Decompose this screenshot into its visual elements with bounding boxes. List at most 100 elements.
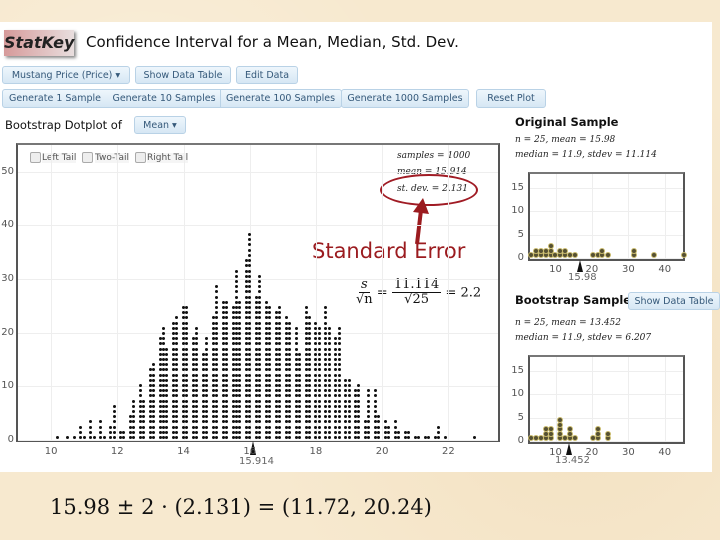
- data-point: [205, 347, 209, 351]
- generate-10-samples-button[interactable]: Generate 10 Samples: [108, 90, 220, 107]
- data-point: [297, 373, 301, 377]
- sample-point: [571, 252, 578, 258]
- data-point: [92, 436, 96, 439]
- data-point: [248, 269, 252, 273]
- gridline: [555, 174, 557, 258]
- reset-plot-button[interactable]: Reset Plot: [476, 89, 546, 108]
- show-data-table-button[interactable]: Show Data Table: [135, 66, 231, 84]
- y-tick-label: 0: [7, 434, 14, 445]
- data-point: [162, 326, 166, 330]
- y-tick-label: 0: [517, 252, 524, 263]
- data-point: [258, 373, 262, 377]
- data-point: [215, 399, 219, 403]
- data-point: [294, 331, 298, 335]
- data-point: [307, 363, 311, 367]
- data-point: [327, 347, 331, 351]
- data-point: [195, 399, 199, 403]
- generate-100-samples-button[interactable]: Generate 100 Samples: [221, 90, 340, 107]
- data-point: [258, 326, 262, 330]
- data-point: [258, 321, 262, 325]
- gridline: [18, 440, 498, 441]
- data-point: [337, 352, 341, 356]
- sample-point: [571, 435, 578, 441]
- gridline: [382, 145, 384, 440]
- left-tail-label: Left Tail: [42, 153, 77, 163]
- bootstrap-show-data-table-button[interactable]: Show Data Table: [628, 292, 720, 310]
- data-point: [327, 425, 331, 429]
- data-point: [195, 347, 199, 351]
- data-point: [297, 357, 301, 361]
- data-point: [215, 347, 219, 351]
- gridline: [448, 145, 450, 440]
- edit-data-button[interactable]: Edit Data: [236, 66, 298, 84]
- data-point: [337, 409, 341, 413]
- x-tick-label: 10: [549, 264, 562, 275]
- mean-marker-label: 15.914: [239, 456, 274, 467]
- data-point: [268, 404, 272, 408]
- x-tick-label: 22: [441, 446, 455, 457]
- data-point: [248, 352, 252, 356]
- data-point: [317, 425, 321, 429]
- data-point: [397, 430, 401, 434]
- data-point: [248, 321, 252, 325]
- right-tail-checkbox[interactable]: [135, 152, 146, 163]
- data-point: [215, 378, 219, 382]
- data-point: [215, 373, 219, 377]
- data-point: [268, 305, 272, 309]
- data-point: [317, 404, 321, 408]
- data-point: [248, 373, 252, 377]
- two-tail-checkbox[interactable]: [82, 152, 93, 163]
- data-point: [297, 352, 301, 356]
- data-point: [347, 425, 351, 429]
- x-tick-label: 10: [44, 446, 58, 457]
- gridline: [530, 394, 683, 396]
- data-point: [258, 295, 262, 299]
- data-point: [287, 326, 291, 330]
- data-point: [307, 409, 311, 413]
- data-point: [287, 425, 291, 429]
- data-point: [152, 373, 156, 377]
- data-point: [337, 363, 341, 367]
- data-point: [278, 352, 282, 356]
- gridline: [530, 234, 683, 236]
- data-point: [327, 430, 331, 434]
- generate-1-sample-button[interactable]: Generate 1 Sample: [2, 90, 108, 107]
- gridline: [530, 441, 683, 442]
- data-point: [393, 425, 397, 429]
- data-point: [278, 326, 282, 330]
- data-point: [317, 409, 321, 413]
- data-point: [205, 373, 209, 377]
- data-point: [258, 352, 262, 356]
- statkey-logo[interactable]: StatKey: [4, 30, 74, 56]
- original-sample-title: Original Sample: [515, 115, 619, 129]
- data-point: [215, 425, 219, 429]
- gridline: [628, 174, 630, 258]
- y-tick-label: 10: [511, 388, 524, 400]
- statistic-dropdown[interactable]: Mean ▾: [134, 116, 186, 134]
- se-denominator-value: √25: [404, 292, 429, 308]
- data-point: [234, 295, 238, 299]
- gridline: [18, 225, 498, 227]
- generate-1000-samples-button[interactable]: Generate 1000 Samples: [341, 89, 469, 108]
- data-point: [234, 269, 238, 273]
- data-point: [307, 404, 311, 408]
- data-point: [258, 399, 262, 403]
- data-point: [426, 436, 430, 439]
- data-point: [374, 399, 378, 403]
- dataset-dropdown[interactable]: Mustang Price (Price) ▾: [2, 66, 130, 84]
- data-point: [248, 274, 252, 278]
- data-point: [152, 399, 156, 403]
- gridline: [530, 371, 683, 372]
- data-point: [297, 378, 301, 382]
- data-point: [297, 425, 301, 429]
- x-tick-label: 30: [621, 264, 635, 275]
- data-point: [317, 352, 321, 356]
- data-point: [278, 430, 282, 434]
- data-point: [334, 425, 338, 429]
- sample-point: [680, 252, 687, 258]
- data-point: [258, 347, 262, 351]
- left-tail-checkbox[interactable]: [30, 152, 41, 163]
- data-point: [258, 430, 262, 434]
- data-point: [347, 399, 351, 403]
- data-point: [317, 430, 321, 434]
